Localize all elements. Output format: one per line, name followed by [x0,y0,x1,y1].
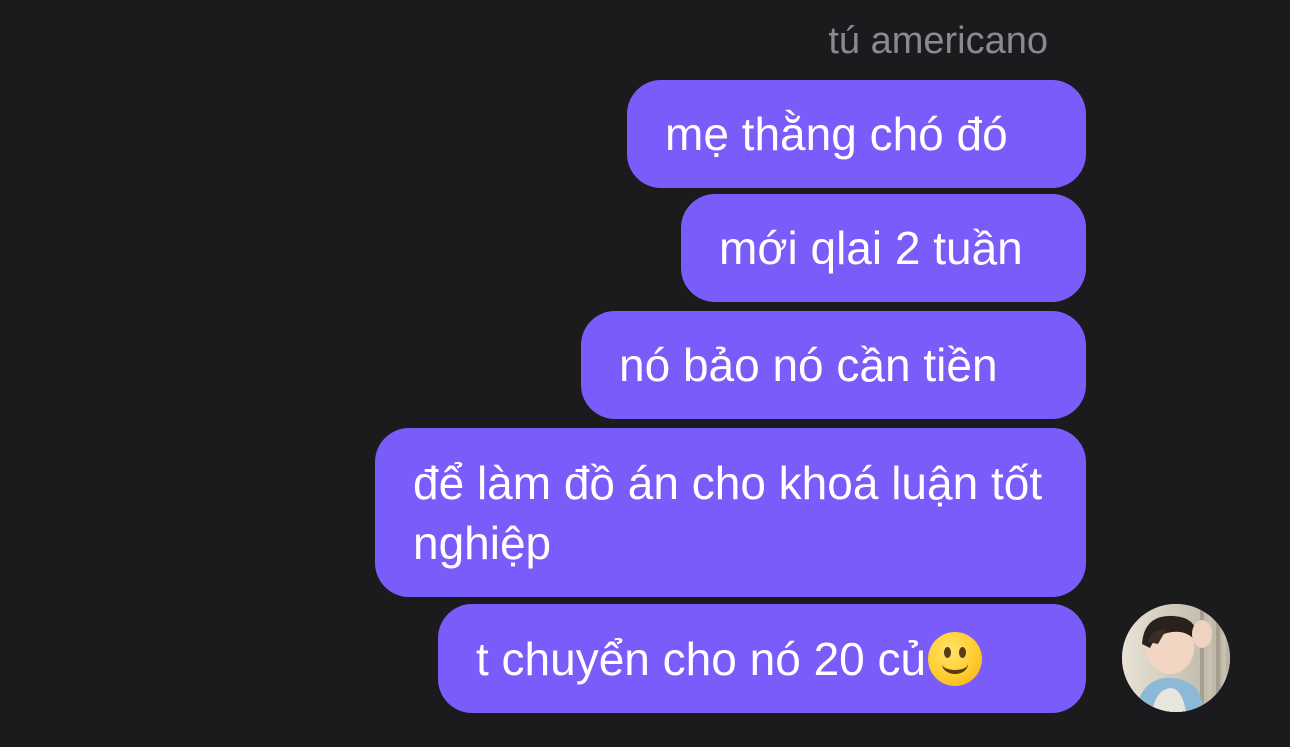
message-text: mới qlai 2 tuần [719,222,1023,274]
message-bubble[interactable]: t chuyển cho nó 20 củ [438,604,1086,713]
avatar-photo [1122,604,1230,712]
sender-name: tú americano [828,20,1048,62]
message-bubble[interactable]: mới qlai 2 tuần [681,194,1086,302]
message-bubble[interactable]: để làm đồ án cho khoá luận tốt nghiệp [375,428,1086,597]
message-text: để làm đồ án cho khoá luận tốt nghiệp [413,457,1043,569]
avatar[interactable] [1122,604,1230,712]
chat-thread: tú americano mẹ thằng chó đó mới qlai 2 … [0,0,1290,747]
slightly-smiling-face-icon [928,631,983,686]
message-bubble[interactable]: mẹ thằng chó đó [627,80,1086,188]
message-text: nó bảo nó cần tiền [619,339,998,391]
message-text: mẹ thằng chó đó [665,108,1008,160]
message-bubble[interactable]: nó bảo nó cần tiền [581,311,1086,419]
message-text: t chuyển cho nó 20 củ [476,632,927,685]
